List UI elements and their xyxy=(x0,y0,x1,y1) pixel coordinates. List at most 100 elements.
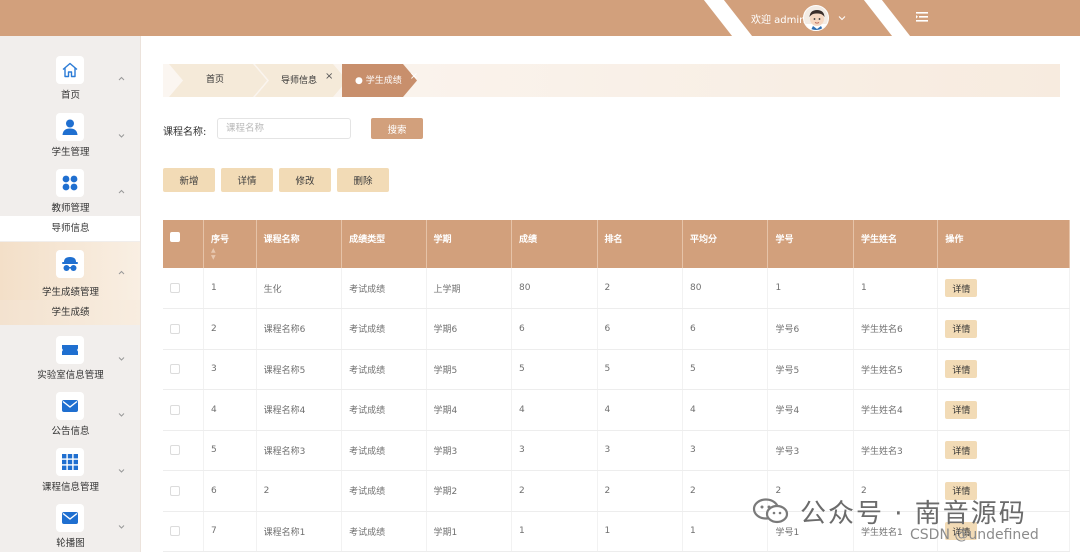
table-cell: 2 xyxy=(203,308,257,350)
table-cell: 2 xyxy=(597,470,683,512)
table-row: 5 课程名称3 考试成绩 学期3 3 3 3 学号3 学生姓名3 详情 xyxy=(163,430,1070,471)
sidebar-item-carousel[interactable]: 轮播图 xyxy=(0,500,140,552)
table-row: 4 课程名称4 考试成绩 学期4 4 4 4 学号4 学生姓名4 详情 xyxy=(163,389,1070,431)
search-label: 课程名称: xyxy=(163,127,207,138)
table-cell: 学期1 xyxy=(426,511,513,552)
mail-icon xyxy=(56,504,84,532)
row-checkbox[interactable] xyxy=(170,404,180,415)
table-cell: 考试成绩 xyxy=(341,430,427,471)
table-cell: 学生姓名3 xyxy=(853,430,939,471)
column-header[interactable]: 排名 xyxy=(597,220,683,268)
column-header[interactable]: 课程名称 xyxy=(256,220,343,268)
sidebar-subitem-advisor-info[interactable]: 导师信息 xyxy=(0,216,140,241)
table-cell: 3 xyxy=(511,430,598,471)
close-icon[interactable]: × xyxy=(410,71,418,82)
watermark-text: 公众号 · 南音源码 xyxy=(800,499,1027,529)
sidebar-item-course-management[interactable]: 课程信息管理 xyxy=(0,444,140,496)
detail-button[interactable]: 详情 xyxy=(221,168,273,192)
select-all-checkbox[interactable] xyxy=(170,232,180,242)
table-cell: 学号5 xyxy=(767,349,854,390)
table-cell: 7 xyxy=(203,511,257,552)
sidebar-item-label: 轮播图 xyxy=(56,538,85,549)
sidebar-item-label: 教师管理 xyxy=(51,203,90,214)
table-cell: 3 xyxy=(682,430,769,471)
select-all-cell xyxy=(163,220,205,268)
avatar[interactable] xyxy=(803,5,829,31)
sidebar-item-label: 课程信息管理 xyxy=(41,482,99,493)
search-input[interactable] xyxy=(217,118,351,139)
row-checkbox[interactable] xyxy=(170,364,180,374)
tab-advisor-info[interactable]: 导师信息 × xyxy=(281,64,333,97)
table-cell: 6 xyxy=(511,308,598,350)
table-cell: 5 xyxy=(203,430,257,471)
close-icon[interactable]: × xyxy=(325,71,333,82)
sidebar-item-home[interactable]: 首页 xyxy=(0,52,140,104)
delete-button[interactable]: 删除 xyxy=(337,168,389,192)
table-cell: 学号6 xyxy=(767,308,854,350)
search-button[interactable]: 搜索 xyxy=(371,118,423,139)
column-header[interactable]: 学号 xyxy=(767,220,854,268)
column-header[interactable]: 成绩类型 xyxy=(341,220,427,268)
table-cell: 2 xyxy=(256,470,343,512)
table-cell: 考试成绩 xyxy=(341,268,427,309)
table-cell: 4 xyxy=(511,389,598,431)
chevron-down-icon xyxy=(118,469,125,473)
column-header[interactable]: 学生姓名 xyxy=(853,220,939,268)
column-header[interactable]: 序号 ▲ ▼ xyxy=(203,220,257,268)
table-cell: 3 xyxy=(203,349,257,390)
table-cell: 学号3 xyxy=(767,430,854,471)
row-checkbox[interactable] xyxy=(170,323,180,334)
row-detail-button[interactable]: 详情 xyxy=(945,360,978,379)
row-checkbox[interactable] xyxy=(170,445,180,455)
sidebar: 首页 学生管理 教师管理 导师信息 学生成绩管理 学生成绩 实验室信息管理 公告… xyxy=(0,36,141,552)
table-cell: 考试成绩 xyxy=(341,389,427,431)
column-header[interactable]: 平均分 xyxy=(682,220,769,268)
column-header[interactable]: 成绩 xyxy=(511,220,598,268)
add-button[interactable]: 新增 xyxy=(163,168,215,192)
user-menu-chevron-down-icon[interactable] xyxy=(837,13,847,23)
row-checkbox[interactable] xyxy=(170,282,180,293)
sidebar-item-teachers[interactable]: 教师管理 xyxy=(0,165,140,217)
sort-arrows-icon: ▲ ▼ xyxy=(211,247,216,261)
welcome-text: 欢迎 admin xyxy=(751,15,806,26)
user-icon xyxy=(56,113,84,141)
row-detail-button[interactable]: 详情 xyxy=(945,279,978,297)
table-cell: 学期2 xyxy=(426,470,513,512)
table-cell: 5 xyxy=(511,349,598,390)
table-cell: 4 xyxy=(597,389,683,431)
table-cell: 考试成绩 xyxy=(341,349,427,390)
edit-button[interactable]: 修改 xyxy=(279,168,331,192)
table-cell: 课程名称6 xyxy=(256,308,343,350)
column-header[interactable]: 学期 xyxy=(426,220,513,268)
table-cell: 课程名称4 xyxy=(256,389,343,431)
breadcrumb-home[interactable]: 首页 xyxy=(206,64,224,97)
row-detail-button[interactable]: 详情 xyxy=(945,400,978,419)
action-cell: 详情 xyxy=(937,268,1070,309)
table-cell: 学生姓名5 xyxy=(853,349,939,390)
sidebar-item-announcements[interactable]: 公告信息 xyxy=(0,388,140,440)
menu-toggle-icon[interactable] xyxy=(915,10,931,24)
row-detail-button[interactable]: 详情 xyxy=(945,319,978,338)
row-detail-button[interactable]: 详情 xyxy=(945,441,978,460)
chevron-down-icon xyxy=(118,134,125,138)
sidebar-subitem-student-grades[interactable]: 学生成绩 xyxy=(0,300,140,325)
sidebar-item-lab-management[interactable]: 实验室信息管理 xyxy=(0,332,140,384)
sidebar-item-label: 公告信息 xyxy=(51,426,90,437)
mail-icon xyxy=(56,392,84,420)
table-row: 1 生化 考试成绩 上学期 80 2 80 1 1 详情 xyxy=(163,268,1070,309)
action-cell: 详情 xyxy=(937,430,1070,471)
sidebar-item-grade-management[interactable]: 学生成绩管理 xyxy=(0,242,140,300)
apps-icon xyxy=(56,448,84,476)
chevron-down-icon xyxy=(118,413,125,417)
table-cell: 课程名称5 xyxy=(256,349,343,390)
chevron-down-icon xyxy=(118,357,125,361)
table-cell: 6 xyxy=(203,470,257,512)
row-select-cell xyxy=(163,511,205,552)
chevron-up-icon xyxy=(118,270,125,275)
sidebar-item-students[interactable]: 学生管理 xyxy=(0,109,140,161)
table-cell: 2 xyxy=(597,268,683,309)
row-checkbox[interactable] xyxy=(170,485,180,496)
row-checkbox[interactable] xyxy=(170,526,180,536)
tab-student-grades[interactable]: ● 学生成绩 × xyxy=(355,64,418,97)
table-cell: 2 xyxy=(511,470,598,512)
